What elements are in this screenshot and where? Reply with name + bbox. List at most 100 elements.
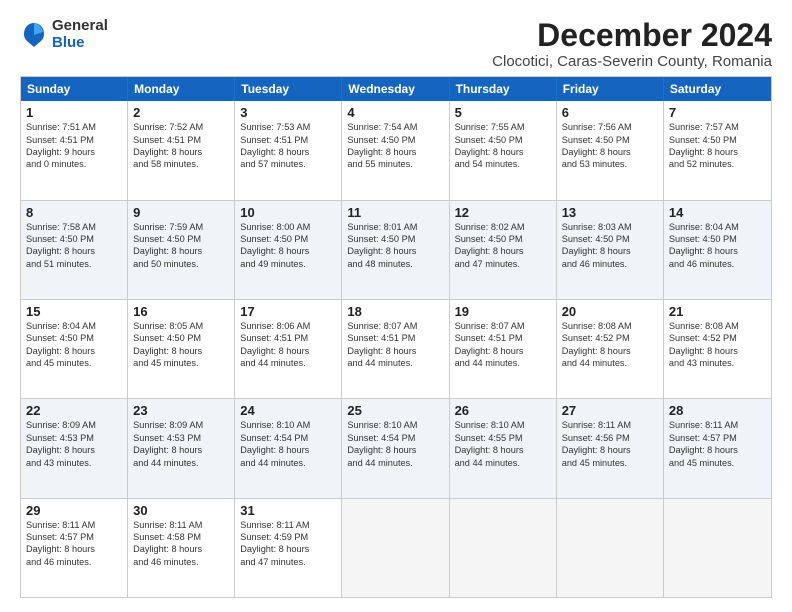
cell-line: and 49 minutes. <box>240 258 336 270</box>
calendar-row-4: 22Sunrise: 8:09 AMSunset: 4:53 PMDayligh… <box>21 398 771 497</box>
cell-line: Sunset: 4:50 PM <box>562 233 658 245</box>
cell-line: Sunset: 4:50 PM <box>133 332 229 344</box>
day-cell-25: 25Sunrise: 8:10 AMSunset: 4:54 PMDayligh… <box>342 399 449 497</box>
day-cell-27: 27Sunrise: 8:11 AMSunset: 4:56 PMDayligh… <box>557 399 664 497</box>
cell-line: Sunset: 4:53 PM <box>133 432 229 444</box>
header-day-wednesday: Wednesday <box>342 77 449 101</box>
cell-line: and 43 minutes. <box>669 357 766 369</box>
day-number: 3 <box>240 105 336 120</box>
day-cell-23: 23Sunrise: 8:09 AMSunset: 4:53 PMDayligh… <box>128 399 235 497</box>
cell-line: and 44 minutes. <box>562 357 658 369</box>
day-number: 19 <box>455 304 551 319</box>
cell-line: Sunrise: 8:08 AM <box>562 320 658 332</box>
day-number: 2 <box>133 105 229 120</box>
cell-line: and 44 minutes. <box>455 357 551 369</box>
cell-line: Daylight: 8 hours <box>669 146 766 158</box>
cell-line: Sunset: 4:51 PM <box>240 332 336 344</box>
cell-line: and 0 minutes. <box>26 158 122 170</box>
cell-line: Sunset: 4:50 PM <box>347 134 443 146</box>
day-number: 20 <box>562 304 658 319</box>
calendar-row-2: 8Sunrise: 7:58 AMSunset: 4:50 PMDaylight… <box>21 200 771 299</box>
cell-line: Sunrise: 8:11 AM <box>562 419 658 431</box>
cell-line: Sunrise: 8:04 AM <box>669 221 766 233</box>
cell-line: Sunset: 4:59 PM <box>240 531 336 543</box>
cell-line: Daylight: 8 hours <box>347 444 443 456</box>
header-day-sunday: Sunday <box>21 77 128 101</box>
cell-line: and 44 minutes. <box>347 357 443 369</box>
cell-line: Sunset: 4:50 PM <box>669 233 766 245</box>
empty-cell <box>342 499 449 597</box>
logo: General Blue <box>20 18 108 51</box>
day-cell-6: 6Sunrise: 7:56 AMSunset: 4:50 PMDaylight… <box>557 101 664 199</box>
day-number: 10 <box>240 205 336 220</box>
cell-line: and 50 minutes. <box>133 258 229 270</box>
cell-line: and 48 minutes. <box>347 258 443 270</box>
cell-line: Daylight: 8 hours <box>347 245 443 257</box>
cell-line: Sunset: 4:51 PM <box>240 134 336 146</box>
cell-line: and 44 minutes. <box>240 357 336 369</box>
cell-line: and 51 minutes. <box>26 258 122 270</box>
cell-line: Daylight: 8 hours <box>133 543 229 555</box>
day-number: 11 <box>347 205 443 220</box>
cell-line: and 46 minutes. <box>669 258 766 270</box>
cell-line: Sunrise: 8:11 AM <box>133 519 229 531</box>
day-cell-30: 30Sunrise: 8:11 AMSunset: 4:58 PMDayligh… <box>128 499 235 597</box>
day-cell-29: 29Sunrise: 8:11 AMSunset: 4:57 PMDayligh… <box>21 499 128 597</box>
cell-line: Sunset: 4:51 PM <box>26 134 122 146</box>
cell-line: and 57 minutes. <box>240 158 336 170</box>
day-number: 13 <box>562 205 658 220</box>
cell-line: Sunset: 4:53 PM <box>26 432 122 444</box>
calendar-body: 1Sunrise: 7:51 AMSunset: 4:51 PMDaylight… <box>21 101 771 597</box>
cell-line: Daylight: 8 hours <box>347 345 443 357</box>
cell-line: and 46 minutes. <box>133 556 229 568</box>
cell-line: Sunrise: 7:57 AM <box>669 121 766 133</box>
cell-line: Daylight: 8 hours <box>347 146 443 158</box>
cell-line: and 58 minutes. <box>133 158 229 170</box>
day-cell-19: 19Sunrise: 8:07 AMSunset: 4:51 PMDayligh… <box>450 300 557 398</box>
cell-line: Daylight: 8 hours <box>455 345 551 357</box>
cell-line: Sunrise: 8:11 AM <box>240 519 336 531</box>
cell-line: Sunrise: 8:10 AM <box>347 419 443 431</box>
calendar: SundayMondayTuesdayWednesdayThursdayFrid… <box>20 76 772 598</box>
cell-line: Sunrise: 8:00 AM <box>240 221 336 233</box>
day-number: 1 <box>26 105 122 120</box>
day-cell-8: 8Sunrise: 7:58 AMSunset: 4:50 PMDaylight… <box>21 201 128 299</box>
cell-line: and 46 minutes. <box>26 556 122 568</box>
day-number: 28 <box>669 403 766 418</box>
cell-line: and 45 minutes. <box>669 457 766 469</box>
page-title: December 2024 <box>492 18 772 53</box>
cell-line: Daylight: 8 hours <box>26 245 122 257</box>
day-number: 27 <box>562 403 658 418</box>
cell-line: Sunrise: 8:03 AM <box>562 221 658 233</box>
cell-line: Daylight: 8 hours <box>240 543 336 555</box>
cell-line: Sunset: 4:52 PM <box>562 332 658 344</box>
day-number: 21 <box>669 304 766 319</box>
empty-cell <box>664 499 771 597</box>
day-cell-26: 26Sunrise: 8:10 AMSunset: 4:55 PMDayligh… <box>450 399 557 497</box>
day-number: 8 <box>26 205 122 220</box>
cell-line: Sunset: 4:50 PM <box>455 134 551 146</box>
header: General Blue December 2024 Clocotici, Ca… <box>20 18 772 70</box>
day-cell-11: 11Sunrise: 8:01 AMSunset: 4:50 PMDayligh… <box>342 201 449 299</box>
cell-line: Sunset: 4:57 PM <box>26 531 122 543</box>
day-number: 18 <box>347 304 443 319</box>
day-number: 23 <box>133 403 229 418</box>
cell-line: Sunrise: 8:11 AM <box>669 419 766 431</box>
cell-line: Sunrise: 8:07 AM <box>347 320 443 332</box>
cell-line: Sunset: 4:51 PM <box>347 332 443 344</box>
day-cell-28: 28Sunrise: 8:11 AMSunset: 4:57 PMDayligh… <box>664 399 771 497</box>
day-number: 24 <box>240 403 336 418</box>
cell-line: and 46 minutes. <box>562 258 658 270</box>
cell-line: and 43 minutes. <box>26 457 122 469</box>
cell-line: Sunrise: 8:02 AM <box>455 221 551 233</box>
cell-line: Sunset: 4:50 PM <box>133 233 229 245</box>
day-number: 6 <box>562 105 658 120</box>
header-day-saturday: Saturday <box>664 77 771 101</box>
page: General Blue December 2024 Clocotici, Ca… <box>0 0 792 612</box>
day-cell-20: 20Sunrise: 8:08 AMSunset: 4:52 PMDayligh… <box>557 300 664 398</box>
day-number: 16 <box>133 304 229 319</box>
cell-line: Daylight: 8 hours <box>240 444 336 456</box>
cell-line: Daylight: 8 hours <box>455 444 551 456</box>
cell-line: Sunrise: 8:04 AM <box>26 320 122 332</box>
cell-line: and 45 minutes. <box>562 457 658 469</box>
